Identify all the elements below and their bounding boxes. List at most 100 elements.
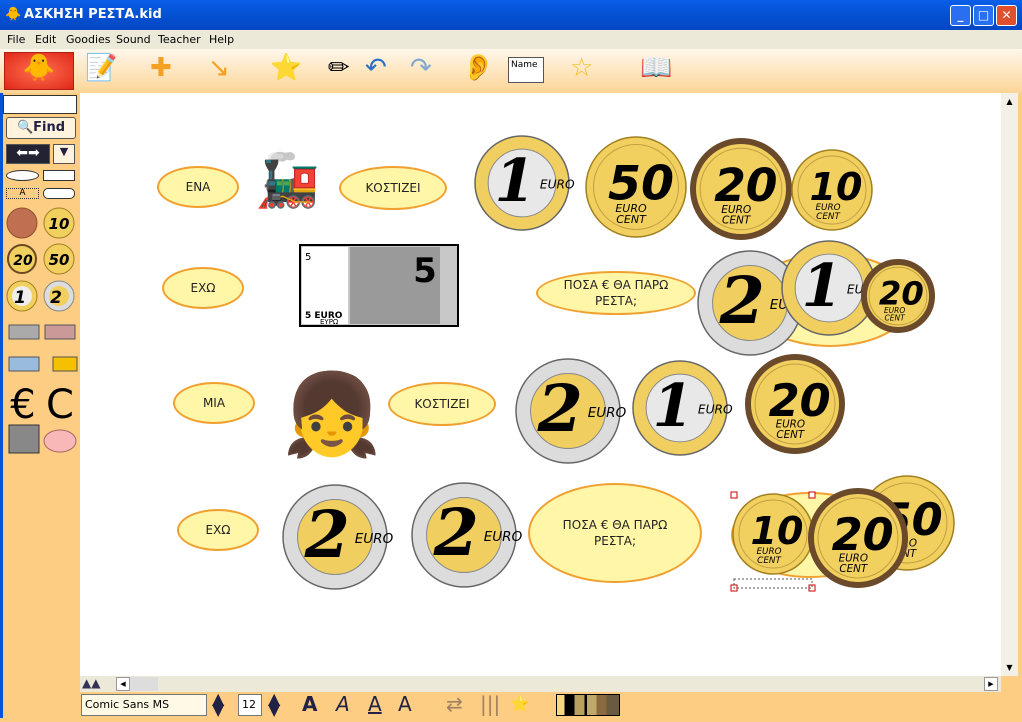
add-node-icon[interactable]: ✚ [150, 53, 172, 83]
undo-icon[interactable]: ↶ [365, 53, 387, 83]
zoom-mountains-icon[interactable]: ▲▲ [82, 676, 100, 690]
coin-2-euro[interactable]: 2 EURO [282, 484, 394, 590]
coin-1-euro[interactable]: 1 EURO [474, 135, 575, 231]
label-ena[interactable]: ΕΝΑ [157, 166, 239, 208]
link-node-icon[interactable]: ↘ [208, 53, 230, 83]
coin-2-euro[interactable]: 2 EURO [411, 482, 523, 588]
toolbar: 🐥 📝 ✚ ↘ ⭐ ✏ ↶ ↷ 👂 Name ☆ 📖 [0, 49, 1022, 93]
coin-symbols[interactable]: 10 20 50 1 2 € C [3, 203, 80, 603]
draw-text-icon[interactable]: 📝 [85, 53, 117, 83]
svg-text:50: 50 [49, 251, 70, 269]
selected-text-box[interactable] [733, 578, 813, 589]
rectangle-shape-tool[interactable] [43, 170, 75, 181]
selection-handle[interactable] [730, 491, 738, 499]
font-name-field[interactable]: Comic Sans MS [81, 694, 207, 716]
label-kostizei1[interactable]: ΚΟΣΤΙΖΕΙ [339, 166, 447, 210]
prev-next-button[interactable]: ⬅➡ [6, 144, 50, 164]
rounded-shape-tool[interactable] [43, 188, 75, 199]
format-bar: Comic Sans MS ▲ ▼ 12 ▲ ▼ A A A A ⇄ ||| ⭐ [80, 691, 1022, 718]
banknote-10-symbol[interactable] [44, 324, 76, 340]
svg-text:2: 2 [719, 263, 765, 339]
euro-sign-symbol[interactable]: € [10, 382, 35, 428]
close-button[interactable]: ✕ [996, 5, 1017, 26]
scroll-up-button[interactable]: ▲ [1001, 93, 1018, 110]
text-color-button[interactable]: A [398, 692, 412, 716]
storybook-icon[interactable]: 📖 [640, 53, 672, 83]
menu-file[interactable]: File [7, 33, 25, 46]
coin-2-euro[interactable]: 2 EURO [515, 358, 627, 464]
menu-edit[interactable]: Edit [35, 33, 56, 46]
eraser-icon[interactable]: ✏ [328, 53, 350, 83]
size-stepper-icon[interactable]: ▲ ▼ [268, 691, 280, 718]
svg-text:EURO: EURO [540, 178, 575, 192]
label-posa1[interactable]: ΠΟΣΑ € ΘΑ ΠΑΡΩ ΡΕΣΤΑ; [536, 271, 696, 315]
symbol-search-input[interactable] [3, 95, 77, 114]
label-kostizei2[interactable]: ΚΟΣΤΙΖΕΙ [388, 382, 496, 426]
label-exo2[interactable]: ΕΧΩ [177, 509, 259, 551]
label-exo1[interactable]: ΕΧΩ [162, 267, 244, 309]
kidspiration-logo-button[interactable]: 🐥 [4, 52, 74, 90]
italic-button[interactable]: A [336, 692, 350, 716]
label-posa2[interactable]: ΠΟΣΑ € ΘΑ ΠΑΡΩ ΡΕΣΤΑ; [528, 483, 702, 583]
text-tool[interactable]: A [6, 188, 39, 199]
svg-text:1: 1 [802, 251, 843, 320]
color-swatches[interactable] [556, 694, 620, 716]
goodies-box-icon[interactable]: ⭐ [270, 53, 302, 83]
redo-icon[interactable]: ↷ [410, 53, 432, 83]
svg-text:2: 2 [50, 288, 62, 308]
label-mia[interactable]: ΜΙΑ [173, 382, 255, 424]
bold-button[interactable]: A [302, 692, 317, 716]
window-title: ΑΣΚΗΣΗ ΡΕΣΤΑ.kid [24, 7, 162, 22]
banknote-5-euro[interactable]: 555 EUROΕΥΡΩ [299, 244, 459, 327]
scroll-right-button[interactable]: ▶ [984, 677, 998, 691]
name-tag-icon[interactable]: Name [508, 57, 544, 83]
coin-10-cent[interactable]: 10EUROCENT [732, 493, 814, 575]
oval-shape-tool[interactable] [6, 170, 39, 181]
menu-teacher[interactable]: Teacher [158, 33, 201, 46]
coin-20-cent[interactable]: 20EUROCENT [861, 259, 935, 333]
banknote-20-symbol[interactable] [8, 356, 40, 372]
svg-text:CENT: CENT [885, 313, 907, 322]
symbol-swap-icon[interactable]: ⭐ [510, 694, 530, 713]
font-size-field[interactable]: 12 [238, 694, 262, 716]
coin-20-cent[interactable]: 20EUROCENT [745, 354, 845, 454]
coin-50-cent[interactable]: 50EUROCENT [585, 136, 687, 238]
scroll-thumb[interactable] [130, 677, 158, 691]
scroll-down-button[interactable]: ▼ [1001, 659, 1018, 676]
banknote-5-symbol[interactable] [8, 324, 40, 340]
coin-1c-symbol[interactable] [6, 207, 38, 239]
selection-handle[interactable] [808, 491, 816, 499]
underline-button[interactable]: A [368, 692, 382, 716]
menu-goodies[interactable]: Goodies [66, 33, 111, 46]
cent-sign-symbol[interactable]: C [46, 382, 74, 428]
label-text: ΚΟΣΤΙΖΕΙ [414, 397, 470, 411]
menu-help[interactable]: Help [209, 33, 234, 46]
menu-sound[interactable]: Sound [116, 33, 151, 46]
sound-ear-icon[interactable]: 👂 [462, 53, 494, 83]
label-text: ΚΟΣΤΙΖΕΙ [365, 181, 421, 195]
line-direction-icon[interactable]: ⇄ [446, 692, 463, 716]
maximize-button[interactable]: □ [973, 5, 994, 26]
document-canvas[interactable]: 555 EURO ΕΥΡΩ 1 EURO 50 EURO CENT 20 EURO CENT 10 E… [80, 93, 1001, 676]
svg-text:1: 1 [495, 146, 536, 215]
svg-text:5: 5 [413, 251, 437, 291]
symbol-palette: 🔍Find ⬅➡ ▼ A 10 20 50 1 2 € C [0, 93, 80, 718]
font-stepper-icon[interactable]: ▲ ▼ [212, 691, 224, 718]
coin-10-cent[interactable]: 10EUROCENT [791, 149, 873, 231]
price-tag-symbol[interactable] [52, 356, 78, 372]
piggy-bank-symbol[interactable] [43, 429, 77, 453]
girl-picture[interactable]: 👧 [282, 368, 382, 462]
coin-20-cent[interactable]: 20EUROCENT [808, 488, 908, 588]
vertical-scrollbar[interactable]: ▲ ▼ [1001, 93, 1018, 676]
star-magic-icon[interactable]: ☆ [570, 53, 593, 83]
coin-1-euro[interactable]: 1 EURO [632, 360, 733, 456]
cash-register-symbol[interactable] [8, 424, 40, 454]
category-dropdown-button[interactable]: ▼ [53, 144, 75, 164]
find-button[interactable]: 🔍Find [6, 117, 76, 139]
coin-20-cent[interactable]: 20EUROCENT [690, 138, 792, 240]
scroll-left-button[interactable]: ◀ [116, 677, 130, 691]
train-picture[interactable]: 🚂 [255, 150, 320, 211]
label-text: ΕΧΩ [205, 523, 231, 537]
minimize-button[interactable]: _ [950, 5, 971, 26]
line-style-icon[interactable]: ||| [480, 692, 500, 716]
